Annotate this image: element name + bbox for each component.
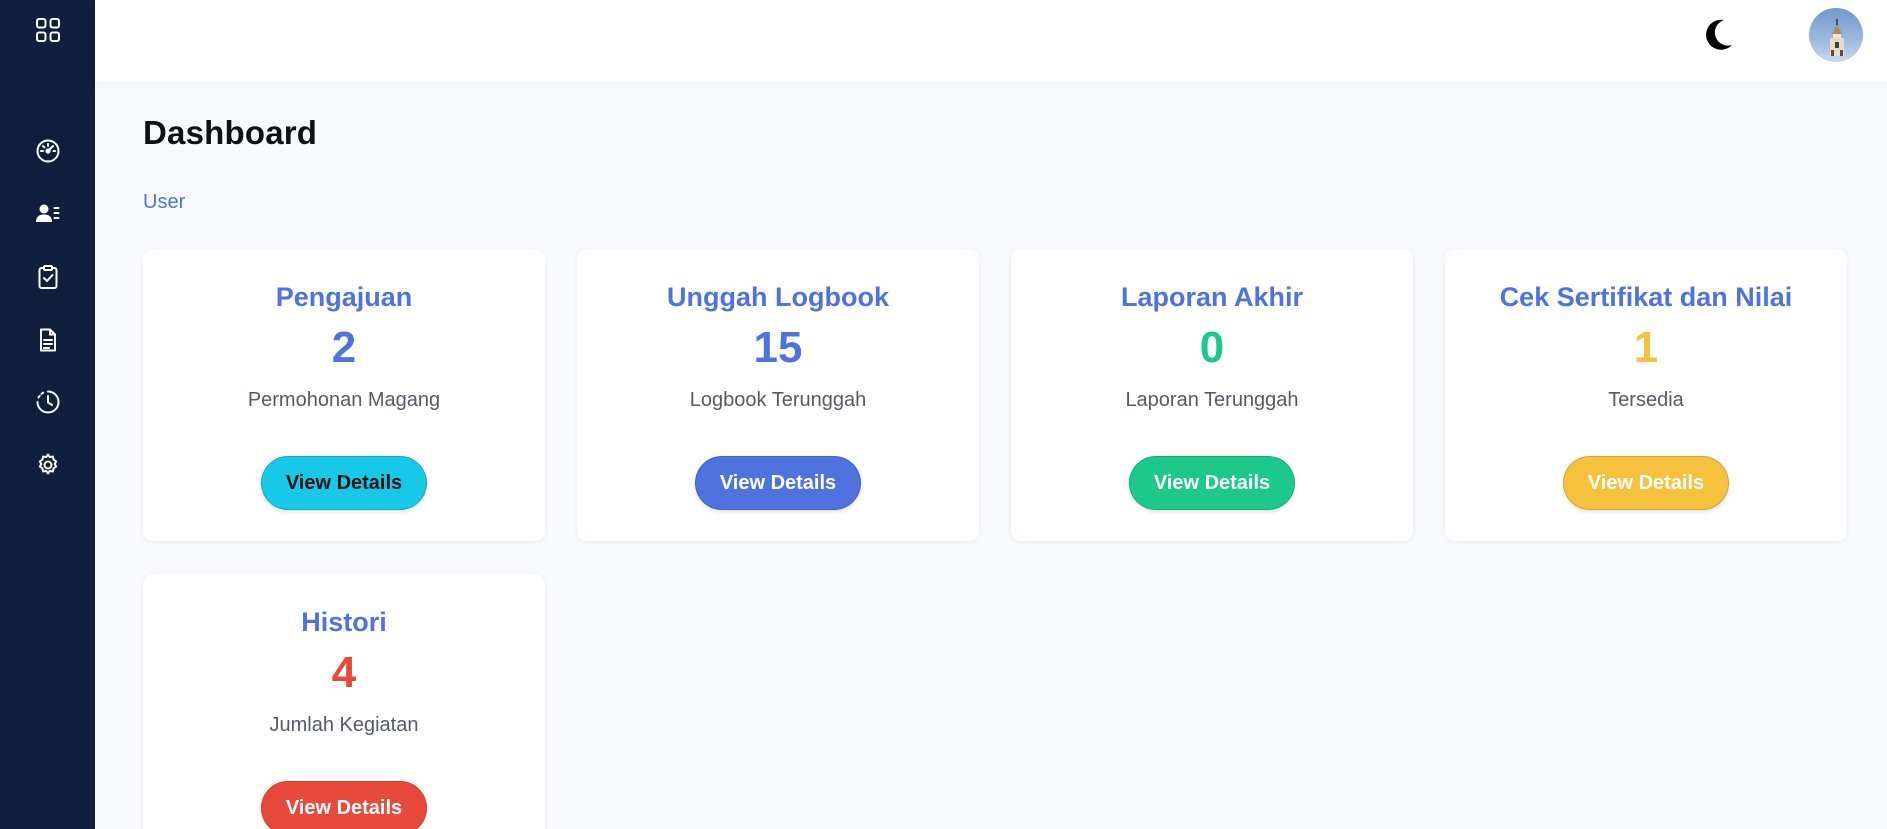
card-title: Histori [301,607,387,637]
card-value: 4 [331,648,357,697]
card-unggah-logbook: Unggah Logbook 15 Logbook Terunggah View… [577,249,979,541]
dashboard-gauge-icon[interactable] [35,138,61,164]
card-subtitle: Logbook Terunggah [689,389,867,411]
view-details-button[interactable]: View Details [261,781,427,829]
page-title: Dashboard [143,114,318,151]
card-subtitle: Jumlah Kegiatan [269,714,419,736]
card-value: 0 [1199,323,1225,372]
card-histori: Histori 4 Jumlah Kegiatan View Details [143,574,545,829]
view-details-button[interactable]: View Details [1563,456,1729,510]
history-clock-icon[interactable] [35,389,61,415]
grid-menu-icon[interactable] [35,17,61,43]
card-laporan-akhir: Laporan Akhir 0 Laporan Terunggah View D… [1011,249,1413,541]
gear-icon[interactable] [35,452,61,478]
card-value: 2 [331,323,357,372]
card-title: Pengajuan [275,282,413,312]
breadcrumb[interactable]: User [143,191,185,214]
card-value: 15 [753,323,803,372]
card-value: 1 [1633,323,1659,372]
top-bar [95,0,1887,82]
card-pengajuan: Pengajuan 2 Permohonan Magang View Detai… [143,249,545,541]
card-subtitle: Tersedia [1608,389,1684,411]
sidebar [0,0,95,829]
user-avatar[interactable] [1809,8,1863,62]
card-subtitle: Laporan Terunggah [1125,389,1299,411]
clipboard-check-icon[interactable] [35,264,61,290]
card-title: Laporan Akhir [1120,282,1304,312]
view-details-button[interactable]: View Details [261,456,427,510]
view-details-button[interactable]: View Details [1129,456,1295,510]
view-details-button[interactable]: View Details [695,456,861,510]
card-title: Unggah Logbook [667,282,889,312]
moon-icon[interactable] [1700,14,1736,54]
card-cek-sertifikat: Cek Sertifikat dan Nilai 1 Tersedia View… [1445,249,1847,541]
card-title: Cek Sertifikat dan Nilai [1499,282,1793,312]
document-icon[interactable] [35,327,61,353]
card-subtitle: Permohonan Magang [247,389,441,411]
user-list-icon[interactable] [35,201,61,227]
